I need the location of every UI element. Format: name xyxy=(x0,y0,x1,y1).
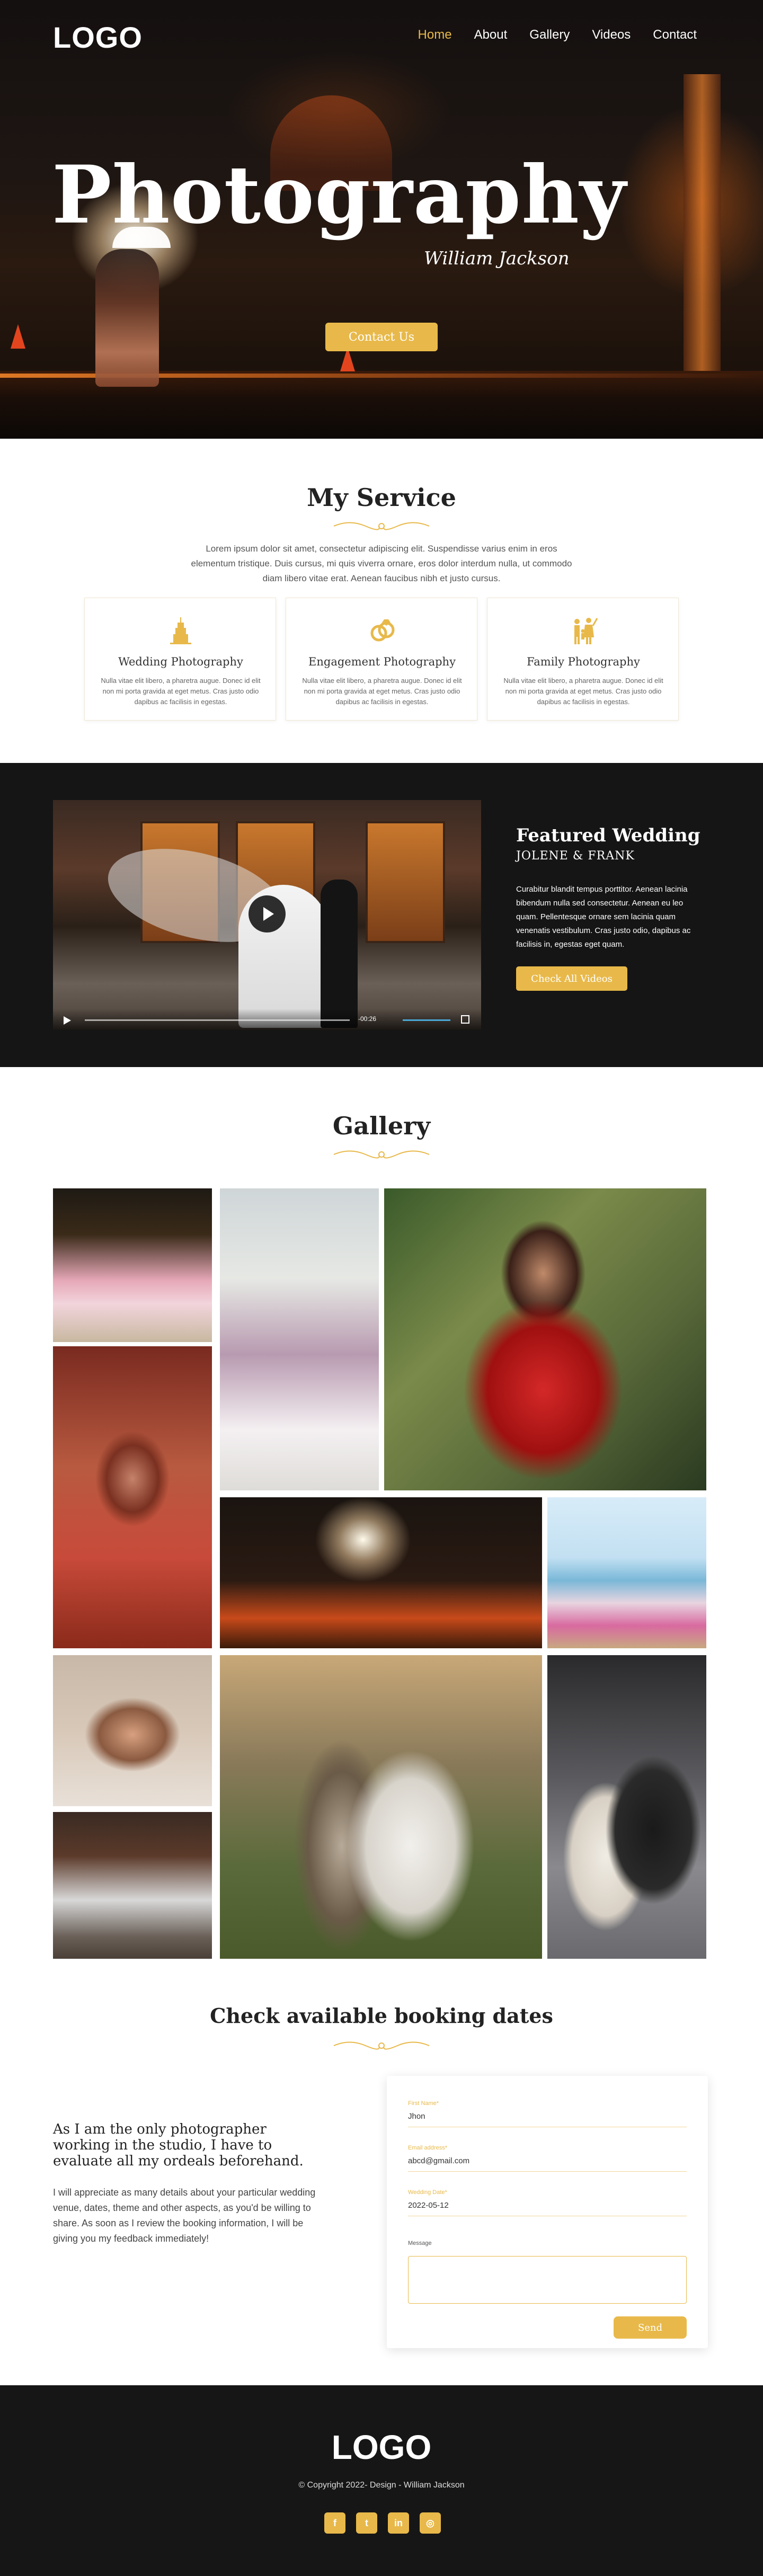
video-player[interactable]: -00:26 xyxy=(53,800,481,1030)
nav-item-contact[interactable]: Contact xyxy=(653,28,697,42)
gallery-image-woman-red[interactable] xyxy=(384,1188,706,1490)
message-field[interactable] xyxy=(408,2256,687,2304)
gallery-image-couple-garden[interactable] xyxy=(220,1655,542,1959)
service-card-family[interactable]: Family Photography Nulla vitae elit libe… xyxy=(487,598,679,721)
field-underline xyxy=(408,2171,687,2172)
wedding-date-field[interactable]: 2022-05-12 xyxy=(408,2201,449,2210)
service-card-engagement[interactable]: Engagement Photography Nulla vitae elit … xyxy=(286,598,477,721)
service-card-text: Nulla vitae elit libero, a pharetra augu… xyxy=(302,677,462,706)
service-card-wedding[interactable]: Wedding Photography Nulla vitae elit lib… xyxy=(84,598,276,721)
service-card-title: Family Photography xyxy=(527,655,640,668)
ornament-divider xyxy=(333,1150,430,1159)
footer-logo[interactable]: LOGO xyxy=(0,2428,763,2467)
gallery-image-bride-henna[interactable] xyxy=(53,1346,212,1648)
nav-item-videos[interactable]: Videos xyxy=(592,28,631,42)
nav-item-home[interactable]: Home xyxy=(418,28,452,42)
message-label: Message xyxy=(408,2240,432,2246)
logo[interactable]: LOGO xyxy=(53,20,143,55)
linkedin-icon[interactable]: in xyxy=(388,2512,409,2534)
booking-heading: As I am the only photographer working in… xyxy=(53,2121,304,2169)
navbar: LOGO Home About Gallery Videos Contact xyxy=(0,0,763,74)
hero-section: LOGO Home About Gallery Videos Contact P… xyxy=(0,0,763,439)
send-button[interactable]: Send xyxy=(614,2316,687,2339)
rings-icon xyxy=(370,619,395,642)
service-card-title: Wedding Photography xyxy=(118,655,243,668)
featured-subtitle: JOLENE & FRANK xyxy=(516,849,635,863)
service-card-title: Engagement Photography xyxy=(308,655,456,668)
hero-couple xyxy=(95,249,159,387)
gallery-title: Gallery xyxy=(332,1112,431,1140)
traffic-cone xyxy=(11,324,25,349)
booking-text: I will appreciate as many details about … xyxy=(53,2187,316,2244)
service-description: Lorem ipsum dolor sit amet, consectetur … xyxy=(191,544,572,583)
hero-pillar xyxy=(684,74,721,371)
family-icon xyxy=(574,618,598,644)
first-name-field[interactable]: Jhon xyxy=(408,2112,425,2121)
copyright-text: © Copyright 2022- Design - William Jacks… xyxy=(298,2481,465,2490)
gallery-image-veil[interactable] xyxy=(53,1812,212,1959)
gallery-image-beach-aisle[interactable] xyxy=(547,1497,706,1648)
email-field[interactable]: abcd@gmail.com xyxy=(408,2156,469,2165)
featured-description: Curabitur blandit tempus porttitor. Aene… xyxy=(516,885,691,949)
contact-us-button[interactable]: Contact Us xyxy=(325,323,438,351)
twitter-icon[interactable]: t xyxy=(356,2512,377,2534)
fullscreen-icon[interactable] xyxy=(461,1015,469,1024)
cake-icon xyxy=(170,617,191,644)
email-label: Email address* xyxy=(408,2145,447,2151)
booking-title: Check available booking dates xyxy=(210,2004,553,2028)
video-controls: -00:26 xyxy=(53,1009,481,1030)
facebook-icon[interactable]: f xyxy=(324,2512,345,2534)
gallery-image-umbrella-night[interactable] xyxy=(220,1497,542,1648)
gallery-image-table-flowers[interactable] xyxy=(53,1188,212,1342)
social-links: f t in ◎ xyxy=(324,2512,441,2534)
ornament-divider xyxy=(333,2041,430,2050)
play-small-icon[interactable] xyxy=(64,1016,71,1025)
ornament-divider xyxy=(333,522,430,530)
service-card-text: Nulla vitae elit libero, a pharetra augu… xyxy=(101,677,261,706)
booking-form: First Name* Jhon Email address* abcd@gma… xyxy=(387,2076,708,2348)
service-title: My Service xyxy=(307,483,456,512)
volume-slider[interactable] xyxy=(403,1019,450,1021)
play-icon[interactable] xyxy=(249,895,286,932)
nav-item-about[interactable]: About xyxy=(474,28,508,42)
check-all-videos-button[interactable]: Check All Videos xyxy=(516,966,627,991)
video-scene-groom xyxy=(321,880,358,1028)
gallery-image-couple-hug[interactable] xyxy=(547,1655,706,1959)
hero-title: Photography xyxy=(51,148,627,242)
hero-subtitle: William Jackson xyxy=(424,248,570,269)
featured-title: Featured Wedding xyxy=(516,825,700,846)
gallery-image-couple-lying[interactable] xyxy=(53,1655,212,1806)
featured-section: -00:26 Featured Wedding JOLENE & FRANK C… xyxy=(0,763,763,1067)
nav-menu: Home About Gallery Videos Contact xyxy=(418,28,697,42)
nav-item-gallery[interactable]: Gallery xyxy=(529,28,570,42)
wedding-date-label: Wedding Date* xyxy=(408,2189,447,2196)
video-scene-window xyxy=(366,821,445,943)
video-time: -00:26 xyxy=(358,1015,377,1023)
instagram-icon[interactable]: ◎ xyxy=(420,2512,441,2534)
service-card-text: Nulla vitae elit libero, a pharetra augu… xyxy=(503,677,663,706)
video-progress[interactable] xyxy=(85,1019,350,1021)
gallery-image-couple-white[interactable] xyxy=(220,1188,379,1490)
footer: LOGO © Copyright 2022- Design - William … xyxy=(0,2385,763,2576)
first-name-label: First Name* xyxy=(408,2100,439,2107)
